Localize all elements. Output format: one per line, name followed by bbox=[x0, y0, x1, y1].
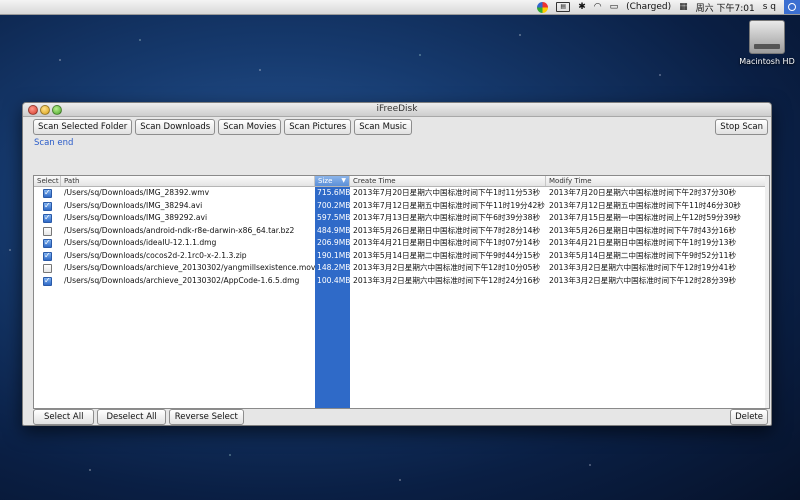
hard-drive-icon bbox=[749, 20, 785, 54]
scan-downloads-button[interactable]: Scan Downloads bbox=[135, 119, 216, 135]
size-cell: 484.9MB bbox=[317, 225, 350, 235]
modify-time-cell: 2013年3月2日星期六中国标准时间下午12时28分39秒 bbox=[549, 275, 737, 285]
table-body: /Users/sq/Downloads/IMG_28392.wmv 715.6M… bbox=[34, 187, 769, 408]
create-time-cell: 2013年3月2日星期六中国标准时间下午12时24分16秒 bbox=[353, 275, 541, 285]
battery-icon[interactable]: ▭ bbox=[610, 0, 619, 14]
stop-scan-button[interactable]: Stop Scan bbox=[715, 119, 768, 135]
bluetooth-icon[interactable]: ✱ bbox=[578, 0, 586, 14]
create-time-cell: 2013年7月12日星期五中国标准时间下午11时19分42秒 bbox=[353, 200, 545, 210]
create-time-cell: 2013年7月13日星期六中国标准时间下午6时39分38秒 bbox=[353, 213, 541, 222]
modify-time-cell: 2013年5月26日星期日中国标准时间下午7时43分16秒 bbox=[549, 225, 737, 235]
file-table: Select Path Size ▼ Create Time Modify Tim… bbox=[33, 175, 770, 409]
row-checkbox[interactable] bbox=[43, 237, 52, 250]
create-time-cell: 2013年3月2日星期六中国标准时间下午12时10分05秒 bbox=[353, 263, 541, 272]
table-row[interactable]: /Users/sq/Downloads/archieve_20130302/ya… bbox=[34, 262, 769, 275]
row-checkbox[interactable] bbox=[43, 275, 52, 287]
modify-time-cell: 2013年7月12日星期五中国标准时间下午11时46分30秒 bbox=[549, 200, 741, 210]
spotlight-icon[interactable] bbox=[784, 0, 800, 14]
scan-status: Scan end bbox=[34, 138, 74, 148]
path-cell: /Users/sq/Downloads/archieve_20130302/Ap… bbox=[64, 275, 300, 285]
scan-movies-button[interactable]: Scan Movies bbox=[218, 119, 282, 135]
selection-toolbar: Select All Deselect All Reverse Select bbox=[33, 409, 244, 425]
menu-bar: ▤ ✱ ◠ ▭ (Charged) ▦ 周六 下午7:01 s q bbox=[0, 0, 800, 15]
deselect-all-button[interactable]: Deselect All bbox=[97, 409, 166, 425]
create-time-cell: 2013年5月14日星期二中国标准时间下午9时44分15秒 bbox=[353, 250, 541, 260]
select-cell bbox=[34, 275, 61, 287]
column-select[interactable]: Select bbox=[34, 176, 61, 186]
menu-extra-icon[interactable]: ▤ bbox=[556, 0, 571, 14]
app-window: iFreeDisk Scan Selected Folder Scan Down… bbox=[22, 102, 772, 426]
select-all-button[interactable]: Select All bbox=[33, 409, 95, 425]
input-flag-icon[interactable]: ▦ bbox=[679, 0, 688, 14]
modify-time-cell: 2013年3月2日星期六中国标准时间下午12时19分41秒 bbox=[549, 263, 737, 272]
path-cell: /Users/sq/Downloads/ideaIU-12.1.1.dmg bbox=[64, 238, 217, 247]
size-cell: 100.4MB bbox=[317, 275, 350, 285]
size-cell: 190.1MB bbox=[317, 250, 350, 260]
size-cell: 700.2MB bbox=[317, 200, 350, 210]
row-checkbox[interactable] bbox=[43, 226, 52, 236]
column-create-time[interactable]: Create Time bbox=[350, 176, 546, 186]
desktop-drive-label: Macintosh HD bbox=[739, 57, 795, 66]
size-cell: 148.2MB bbox=[317, 263, 350, 272]
size-cell: 597.5MB bbox=[317, 213, 350, 222]
path-cell: /Users/sq/Downloads/IMG_38294.avi bbox=[64, 200, 203, 210]
table-row[interactable]: /Users/sq/Downloads/android-ndk-r8e-darw… bbox=[34, 225, 769, 238]
column-path[interactable]: Path bbox=[61, 176, 315, 186]
path-cell: /Users/sq/Downloads/IMG_389292.avi bbox=[64, 213, 208, 222]
path-cell: /Users/sq/Downloads/android-ndk-r8e-darw… bbox=[64, 225, 295, 235]
window-title: iFreeDisk bbox=[376, 104, 418, 114]
modify-time-cell: 2013年7月15日星期一中国标准时间上午12时59分39秒 bbox=[549, 213, 741, 222]
table-header: Select Path Size ▼ Create Time Modify Tim… bbox=[34, 176, 769, 187]
desktop-drive[interactable]: Macintosh HD bbox=[738, 20, 796, 66]
row-checkbox[interactable] bbox=[43, 187, 52, 200]
path-cell: /Users/sq/Downloads/IMG_28392.wmv bbox=[64, 188, 210, 197]
scan-music-button[interactable]: Scan Music bbox=[354, 119, 412, 135]
row-checkbox[interactable] bbox=[43, 264, 52, 273]
create-time-cell: 2013年7月20日星期六中国标准时间下午1时11分53秒 bbox=[353, 188, 541, 197]
table-row[interactable]: /Users/sq/Downloads/IMG_389292.avi 597.5… bbox=[34, 212, 769, 225]
row-checkbox[interactable] bbox=[43, 212, 52, 225]
column-size-label: Size bbox=[318, 177, 333, 185]
wifi-icon[interactable]: ◠ bbox=[594, 0, 602, 14]
vertical-scrollbar[interactable] bbox=[765, 176, 769, 408]
size-cell: 206.9MB bbox=[317, 238, 350, 247]
clock[interactable]: 周六 下午7:01 bbox=[696, 0, 755, 14]
scan-selected-folder-button[interactable]: Scan Selected Folder bbox=[33, 119, 133, 135]
color-ball-icon[interactable] bbox=[537, 0, 549, 14]
size-cell: 715.6MB bbox=[317, 188, 350, 197]
path-cell: /Users/sq/Downloads/archieve_20130302/ya… bbox=[64, 263, 315, 272]
create-time-cell: 2013年5月26日星期日中国标准时间下午7时28分14秒 bbox=[353, 225, 541, 235]
row-checkbox[interactable] bbox=[43, 250, 52, 262]
title-bar[interactable]: iFreeDisk bbox=[23, 103, 771, 117]
select-cell bbox=[34, 187, 61, 200]
table-row[interactable]: /Users/sq/Downloads/archieve_20130302/Ap… bbox=[34, 275, 769, 287]
path-cell: /Users/sq/Downloads/cocos2d-2.1rc0-x-2.1… bbox=[64, 250, 247, 260]
user-menu[interactable]: s q bbox=[763, 0, 776, 14]
select-cell bbox=[34, 200, 61, 212]
table-row[interactable]: /Users/sq/Downloads/IMG_28392.wmv 715.6M… bbox=[34, 187, 769, 200]
scan-toolbar: Scan Selected Folder Scan Downloads Scan… bbox=[33, 119, 412, 135]
column-size[interactable]: Size ▼ bbox=[315, 176, 350, 186]
delete-button[interactable]: Delete bbox=[730, 409, 768, 425]
row-checkbox[interactable] bbox=[43, 200, 52, 212]
battery-status[interactable]: (Charged) bbox=[626, 0, 671, 14]
create-time-cell: 2013年4月21日星期日中国标准时间下午1时07分14秒 bbox=[353, 238, 541, 247]
modify-time-cell: 2013年5月14日星期二中国标准时间下午9时52分11秒 bbox=[549, 250, 737, 260]
select-cell bbox=[34, 212, 61, 225]
select-cell bbox=[34, 237, 61, 250]
table-row[interactable]: /Users/sq/Downloads/IMG_38294.avi 700.2M… bbox=[34, 200, 769, 212]
sort-descending-icon: ▼ bbox=[341, 177, 346, 184]
select-cell bbox=[34, 262, 61, 275]
table-row[interactable]: /Users/sq/Downloads/cocos2d-2.1rc0-x-2.1… bbox=[34, 250, 769, 262]
select-cell bbox=[34, 225, 61, 238]
column-modify-time[interactable]: Modify Time bbox=[546, 176, 769, 186]
modify-time-cell: 2013年7月20日星期六中国标准时间下午2时37分30秒 bbox=[549, 188, 737, 197]
reverse-select-button[interactable]: Reverse Select bbox=[168, 409, 244, 425]
scan-pictures-button[interactable]: Scan Pictures bbox=[284, 119, 352, 135]
table-row[interactable]: /Users/sq/Downloads/ideaIU-12.1.1.dmg 20… bbox=[34, 237, 769, 250]
select-cell bbox=[34, 250, 61, 262]
modify-time-cell: 2013年4月21日星期日中国标准时间下午1时19分13秒 bbox=[549, 238, 737, 247]
